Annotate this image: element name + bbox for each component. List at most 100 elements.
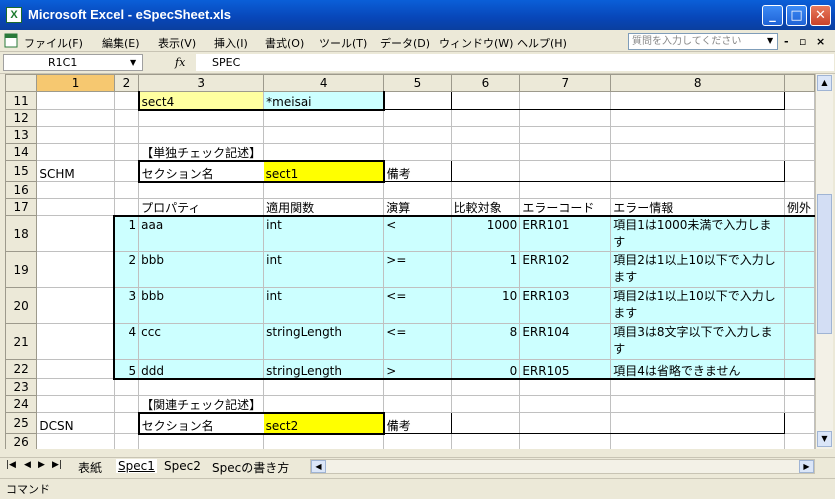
cell[interactable]: [138, 181, 265, 199]
cell[interactable]: [610, 91, 786, 110]
cell[interactable]: 1: [113, 215, 140, 252]
doc-close-icon[interactable]: ×: [816, 35, 825, 48]
cell[interactable]: ERR101: [519, 215, 612, 252]
formula-input[interactable]: SPEC: [196, 54, 834, 71]
cell[interactable]: [519, 91, 612, 110]
column-header[interactable]: 2: [113, 74, 140, 92]
name-box-dropdown-icon[interactable]: ▼: [130, 58, 136, 67]
cell[interactable]: [263, 378, 385, 396]
cell[interactable]: >: [383, 359, 452, 380]
cell[interactable]: [784, 433, 815, 449]
row-header[interactable]: 13: [5, 126, 38, 144]
cell[interactable]: [138, 378, 265, 396]
cell[interactable]: stringLength: [263, 359, 385, 380]
help-question-input[interactable]: 質問を入力してください: [628, 33, 778, 50]
cell[interactable]: [784, 181, 815, 199]
column-header[interactable]: 7: [519, 74, 612, 92]
cell[interactable]: [138, 109, 265, 127]
prev-sheet-icon[interactable]: ◀: [24, 460, 31, 470]
cell[interactable]: [138, 433, 265, 449]
cell[interactable]: [36, 323, 115, 360]
cell[interactable]: [784, 287, 815, 324]
row-header[interactable]: 19: [5, 251, 38, 288]
cell[interactable]: [383, 433, 452, 449]
sheet-tab[interactable]: Spec2: [164, 459, 201, 473]
cell[interactable]: >=: [383, 251, 452, 288]
cell[interactable]: [113, 433, 140, 449]
horizontal-scrollbar[interactable]: ◀ ▶: [310, 459, 815, 474]
cell[interactable]: [113, 160, 140, 182]
cell[interactable]: sect1: [263, 159, 385, 183]
cell[interactable]: <=: [383, 323, 452, 360]
column-header[interactable]: 4: [263, 74, 385, 92]
cell[interactable]: [610, 143, 786, 161]
cell[interactable]: [263, 143, 385, 161]
cell[interactable]: [113, 143, 140, 161]
sheet-tab-active[interactable]: Spec1: [116, 459, 157, 473]
cell[interactable]: [519, 433, 612, 449]
cell[interactable]: int: [263, 287, 385, 324]
menu-data[interactable]: データ(D): [380, 35, 430, 51]
cell[interactable]: 項目4は省略できません: [610, 359, 786, 380]
help-dropdown-icon[interactable]: ▼: [767, 36, 773, 45]
cell[interactable]: [113, 126, 140, 144]
cell[interactable]: [519, 160, 612, 182]
row-header[interactable]: 16: [5, 181, 38, 199]
worksheet-grid[interactable]: 1 2 3 4 5 6 7 8 11 sect4 *meisai 12 13 1…: [5, 74, 815, 449]
cell[interactable]: [383, 395, 452, 413]
cell[interactable]: [36, 91, 115, 110]
cell[interactable]: 2: [113, 251, 140, 288]
cell[interactable]: [383, 109, 452, 127]
cell[interactable]: [36, 433, 115, 449]
cell[interactable]: [263, 433, 385, 449]
cell[interactable]: [36, 126, 115, 144]
cell[interactable]: [519, 395, 612, 413]
last-sheet-icon[interactable]: ▶|: [52, 460, 62, 470]
cell[interactable]: [383, 378, 452, 396]
cell[interactable]: [784, 126, 815, 144]
cell[interactable]: [784, 215, 815, 252]
cell[interactable]: 演算: [383, 198, 452, 217]
scroll-up-icon[interactable]: ▲: [817, 75, 832, 91]
cell[interactable]: [113, 181, 140, 199]
cell[interactable]: 項目1は1000未満で入力します: [610, 215, 786, 252]
cell[interactable]: [519, 109, 612, 127]
cell[interactable]: [519, 412, 612, 434]
cell[interactable]: [610, 378, 786, 396]
cell[interactable]: <: [383, 215, 452, 252]
cell[interactable]: [450, 126, 521, 144]
cell[interactable]: [784, 378, 815, 396]
doc-minimize-icon[interactable]: -: [784, 35, 789, 48]
cell[interactable]: [784, 160, 815, 182]
menu-edit[interactable]: 編集(E): [102, 35, 140, 51]
cell[interactable]: [383, 181, 452, 199]
name-box[interactable]: R1C1: [3, 54, 143, 71]
cell[interactable]: [784, 395, 815, 413]
select-all-corner[interactable]: [5, 74, 38, 92]
cell[interactable]: aaa: [138, 215, 265, 252]
cell[interactable]: [36, 378, 115, 396]
excel-app-icon[interactable]: X: [6, 7, 22, 23]
cell[interactable]: [36, 109, 115, 127]
cell[interactable]: [519, 126, 612, 144]
column-header[interactable]: 1: [36, 74, 115, 92]
cell[interactable]: int: [263, 251, 385, 288]
cell[interactable]: [36, 395, 115, 413]
cell[interactable]: [383, 126, 452, 144]
cell[interactable]: stringLength: [263, 323, 385, 360]
cell[interactable]: [36, 181, 115, 199]
cell[interactable]: [784, 143, 815, 161]
cell[interactable]: セクション名: [137, 159, 264, 183]
cell[interactable]: ccc: [138, 323, 265, 360]
cell[interactable]: ERR103: [519, 287, 612, 324]
cell[interactable]: [113, 109, 140, 127]
cell[interactable]: [113, 395, 140, 413]
cell[interactable]: 項目2は1以上10以下で入力します: [610, 287, 786, 324]
cell[interactable]: int: [263, 215, 385, 252]
cell[interactable]: SCHM: [36, 160, 115, 182]
cell[interactable]: [383, 143, 452, 161]
cell[interactable]: [36, 287, 115, 324]
cell[interactable]: sect2: [263, 411, 385, 435]
cell[interactable]: 項目3は8文字以下で入力します: [610, 323, 786, 360]
cell[interactable]: 備考: [383, 160, 452, 182]
